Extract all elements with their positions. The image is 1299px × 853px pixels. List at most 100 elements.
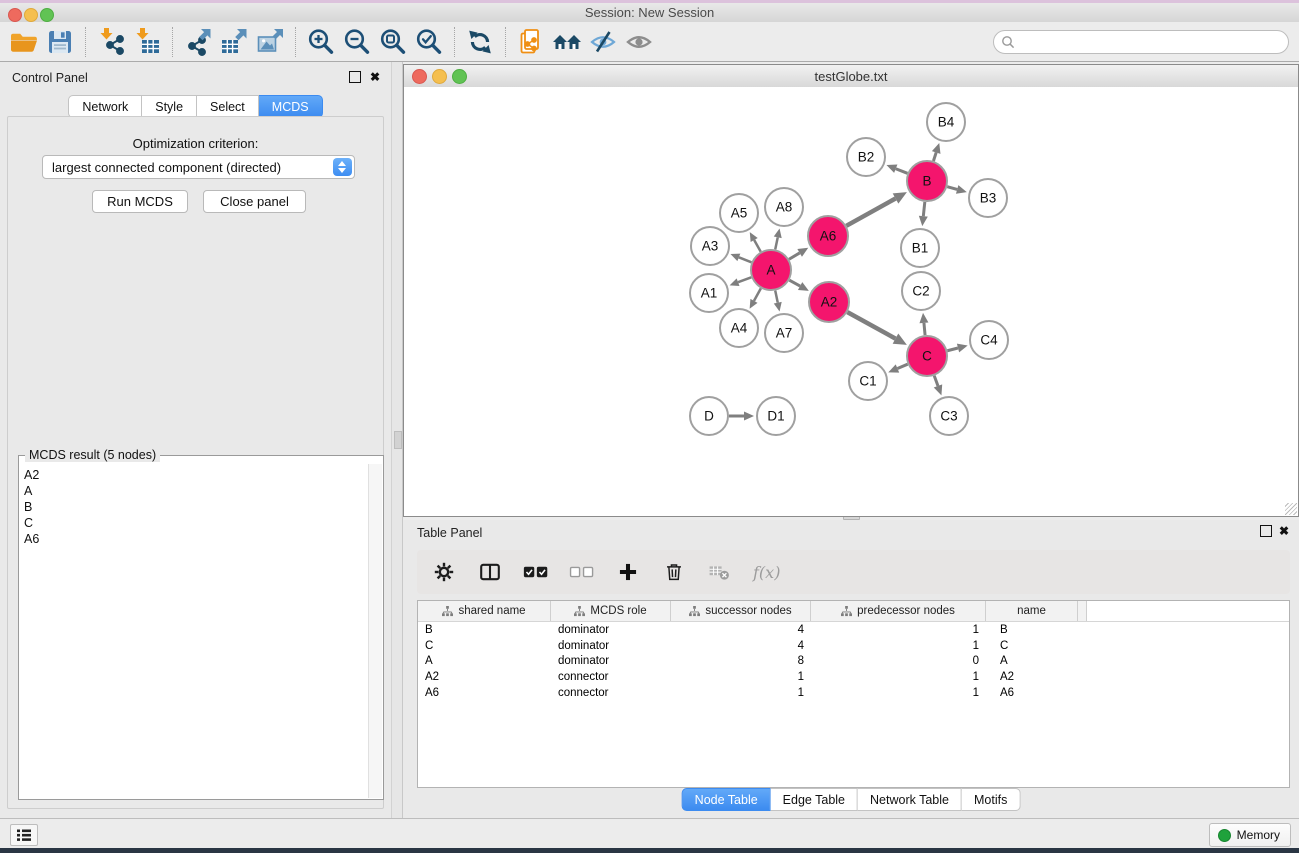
node-A2[interactable]: A2 (809, 282, 849, 322)
node-C2[interactable]: C2 (902, 272, 940, 310)
edge-A-A5[interactable] (750, 232, 761, 252)
edge-A-A6[interactable] (789, 248, 808, 259)
mcds-result-item[interactable]: C (24, 515, 368, 531)
node-C[interactable]: C (907, 336, 947, 376)
criterion-select[interactable]: largest connected component (directed) (42, 155, 355, 179)
divider-grip[interactable] (394, 431, 402, 449)
node-A8[interactable]: A8 (765, 188, 803, 226)
table-settings-gear-icon[interactable] (431, 559, 457, 585)
node-B1[interactable]: B1 (901, 229, 939, 267)
fit-content-icon[interactable] (375, 25, 411, 59)
edge-B-B4[interactable] (932, 143, 941, 161)
table-row[interactable]: Adominator80A (418, 653, 1289, 669)
tab-network[interactable]: Network (68, 95, 142, 118)
edge-A-A1[interactable] (730, 277, 752, 286)
edge-A-A8[interactable] (774, 229, 782, 250)
tab-edge-table[interactable]: Edge Table (771, 788, 858, 811)
node-B3[interactable]: B3 (969, 179, 1007, 217)
table-row[interactable]: A2connector11A2 (418, 669, 1289, 685)
node-B[interactable]: B (907, 161, 947, 201)
tab-network-table[interactable]: Network Table (858, 788, 962, 811)
network-canvas[interactable]: B4B2BB3A5A8A6A3B1AA1C2A2A4A7C4CC1C3DD1 (404, 87, 1298, 516)
table-row[interactable]: A6connector11A6 (418, 685, 1289, 701)
run-mcds-button[interactable]: Run MCDS (92, 190, 188, 213)
save-session-icon[interactable] (42, 25, 78, 59)
graphics-details-icon[interactable] (585, 25, 621, 59)
search-input[interactable] (1019, 32, 1283, 52)
edge-A2-C[interactable] (847, 312, 906, 345)
export-image-icon[interactable] (252, 25, 288, 59)
edge-A-A4[interactable] (750, 288, 761, 308)
float-table-panel-icon[interactable] (1260, 525, 1272, 539)
edge-A-A3[interactable] (730, 254, 751, 263)
edge-B-B2[interactable] (886, 165, 907, 174)
open-file-icon[interactable] (6, 25, 42, 59)
delete-column-trash-icon[interactable] (661, 559, 687, 585)
zoom-selected-icon[interactable] (411, 25, 447, 59)
column-header-name[interactable]: name (986, 601, 1078, 621)
edge-A-A7[interactable] (774, 291, 782, 312)
clone-network-icon[interactable] (513, 25, 549, 59)
node-C1[interactable]: C1 (849, 362, 887, 400)
import-network-icon[interactable] (93, 25, 129, 59)
column-header-predecessor-nodes[interactable]: predecessor nodes (811, 601, 986, 621)
refresh-icon[interactable] (462, 25, 498, 59)
network-window-titlebar[interactable]: testGlobe.txt (404, 65, 1298, 88)
edge-C-C2[interactable] (919, 313, 928, 335)
network-canvas-svg[interactable]: B4B2BB3A5A8A6A3B1AA1C2A2A4A7C4CC1C3DD1 (404, 87, 1298, 516)
panel-divider-vertical[interactable] (391, 62, 403, 818)
tab-motifs[interactable]: Motifs (962, 788, 1020, 811)
node-B2[interactable]: B2 (847, 138, 885, 176)
node-D1[interactable]: D1 (757, 397, 795, 435)
home-icon[interactable] (549, 25, 585, 59)
mcds-result-item[interactable]: A2 (24, 467, 368, 483)
show-columns-icon[interactable] (477, 559, 503, 585)
column-header-shared-name[interactable]: shared name (418, 601, 551, 621)
close-table-panel-icon[interactable]: ✖ (1279, 525, 1289, 537)
create-column-plus-icon[interactable] (615, 559, 641, 585)
float-panel-icon[interactable] (349, 71, 361, 85)
edge-C-C3[interactable] (934, 376, 942, 396)
edge-D-D1[interactable] (729, 412, 754, 421)
import-table-icon[interactable] (129, 25, 165, 59)
select-stepper-icon[interactable] (333, 158, 352, 176)
table-row[interactable]: Bdominator41B (418, 622, 1289, 638)
table-row[interactable]: Cdominator41C (418, 638, 1289, 654)
mcds-result-item[interactable]: B (24, 499, 368, 515)
column-header-successor-nodes[interactable]: successor nodes (671, 601, 811, 621)
zoom-in-icon[interactable] (303, 25, 339, 59)
memory-button[interactable]: Memory (1209, 823, 1291, 847)
edge-C-C4[interactable] (947, 344, 967, 353)
tab-style[interactable]: Style (142, 95, 197, 118)
node-A[interactable]: A (751, 250, 791, 290)
edge-C-C1[interactable] (888, 364, 907, 372)
mcds-result-item[interactable]: A (24, 483, 368, 499)
mcds-result-item[interactable]: A6 (24, 531, 368, 547)
export-network-icon[interactable] (180, 25, 216, 59)
node-D[interactable]: D (690, 397, 728, 435)
window-resize-handle[interactable] (1285, 503, 1297, 515)
edge-A-A2[interactable] (789, 280, 808, 291)
edge-A6-B[interactable] (846, 192, 907, 226)
tab-select[interactable]: Select (197, 95, 259, 118)
node-A1[interactable]: A1 (690, 274, 728, 312)
node-A6[interactable]: A6 (808, 216, 848, 256)
edge-B-B3[interactable] (947, 185, 967, 194)
node-A7[interactable]: A7 (765, 314, 803, 352)
task-history-list-icon[interactable] (10, 824, 38, 846)
column-header-MCDS-role[interactable]: MCDS role (551, 601, 671, 621)
close-panel-icon[interactable]: ✖ (370, 71, 380, 83)
close-panel-button[interactable]: Close panel (203, 190, 306, 213)
edge-B-B1[interactable] (919, 202, 928, 226)
birds-eye-view-icon[interactable] (621, 25, 657, 59)
mcds-result-scrollbar[interactable] (368, 464, 382, 798)
tab-mcds[interactable]: MCDS (259, 95, 323, 118)
export-table-icon[interactable] (216, 25, 252, 59)
node-A3[interactable]: A3 (691, 227, 729, 265)
select-all-columns-icon[interactable] (523, 559, 549, 585)
node-A5[interactable]: A5 (720, 194, 758, 232)
node-C3[interactable]: C3 (930, 397, 968, 435)
node-C4[interactable]: C4 (970, 321, 1008, 359)
node-B4[interactable]: B4 (927, 103, 965, 141)
deselect-all-columns-icon[interactable] (569, 559, 595, 585)
